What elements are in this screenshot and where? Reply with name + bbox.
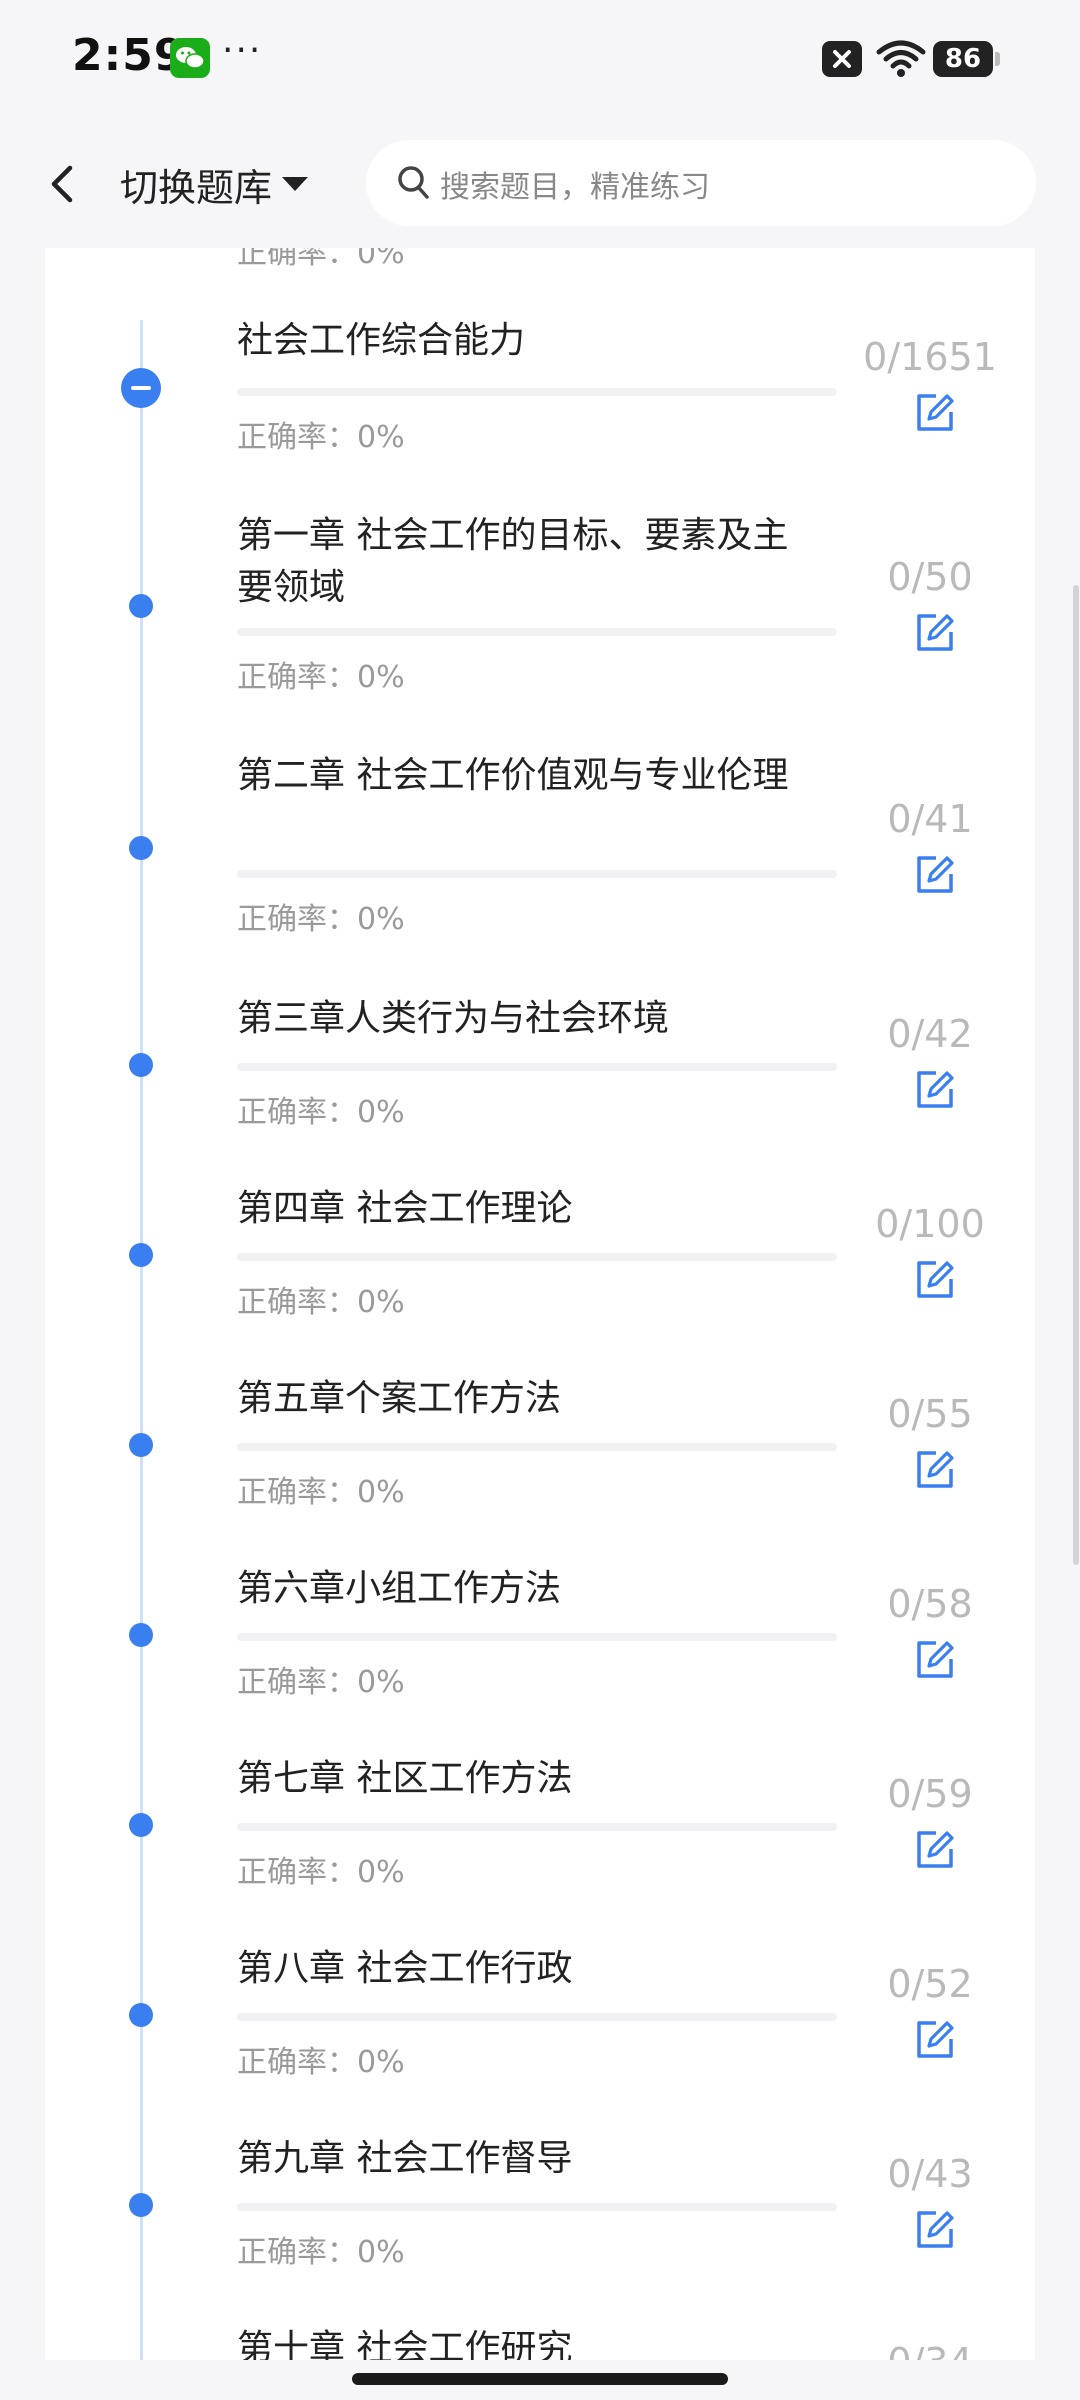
chapter-rate: 正确率：0% xyxy=(237,660,405,695)
edit-icon[interactable] xyxy=(914,1069,956,1111)
chapter-title: 第一章 社会工作的目标、要素及主要领域 xyxy=(237,515,789,608)
chapter-title: 第五章个案工作方法 xyxy=(237,1378,562,1419)
chapter-rate: 正确率：0% xyxy=(237,2235,405,2270)
chapter-title: 第四章 社会工作理论 xyxy=(237,1188,573,1229)
timeline-dot xyxy=(129,1813,153,1837)
chapter-title: 第七章 社区工作方法 xyxy=(237,1758,573,1799)
chevron-left-icon[interactable] xyxy=(36,156,92,212)
progress-bar xyxy=(237,1253,837,1261)
edit-icon[interactable] xyxy=(914,2209,956,2251)
edit-icon[interactable] xyxy=(914,1639,956,1681)
chapter-count: 0/34 xyxy=(845,2340,1015,2360)
header: 切换题库 搜索题目，精准练习 xyxy=(0,118,1080,248)
chapter-title: 第八章 社会工作行政 xyxy=(237,1948,573,1989)
chapter-count: 0/58 xyxy=(887,1582,973,1626)
chapter-count: 0/59 xyxy=(887,1772,973,1816)
chapter-count: 0/52 xyxy=(887,1962,973,2006)
chapter-rate: 正确率：0% xyxy=(237,1855,405,1890)
chapter-rate: 正确率：0% xyxy=(237,2045,405,2080)
battery-icon: 86 xyxy=(933,41,993,77)
chapter-title: 第六章小组工作方法 xyxy=(237,1568,562,1609)
chapter-title: 第十章 社会工作研究 xyxy=(237,2328,573,2360)
chapter-count: 0/43 xyxy=(887,2152,973,2196)
chapter-count: 0/55 xyxy=(887,1392,973,1436)
scrollbar[interactable] xyxy=(1073,585,1079,1565)
wifi-icon xyxy=(876,38,926,82)
status-time: 2:59 xyxy=(72,30,186,81)
switch-bank-label: 切换题库 xyxy=(120,165,273,210)
progress-bar xyxy=(237,1443,837,1451)
chapter-rate: 正确率：0% xyxy=(237,902,405,937)
chapter-count: 0/100 xyxy=(875,1202,985,1246)
wechat-icon xyxy=(170,38,210,78)
chapter-title: 第九章 社会工作督导 xyxy=(237,2138,573,2179)
timeline-dot xyxy=(129,2003,153,2027)
battery-cap xyxy=(995,52,1000,66)
edit-icon[interactable] xyxy=(914,1449,956,1491)
chapter-title: 第二章 社会工作价值观与专业伦理 xyxy=(237,755,789,796)
chapter-rate: 正确率：0% xyxy=(237,1095,405,1130)
progress-bar xyxy=(237,870,837,878)
chapter-list: 正确率：0% 社会工作综合能力 正确率：0% 0/1651 第一章 社会工作的目… xyxy=(45,170,1035,2360)
chapter-rate: 正确率：0% xyxy=(237,420,405,455)
switch-bank-button[interactable]: 切换题库 xyxy=(120,156,309,212)
timeline-dot xyxy=(129,594,153,618)
chapter-rate: 正确率：0% xyxy=(237,1665,405,1700)
progress-bar xyxy=(237,1633,837,1641)
caret-down-icon xyxy=(282,177,309,191)
timeline-line xyxy=(140,320,143,2360)
edit-icon[interactable] xyxy=(914,2019,956,2061)
chapter-count: 0/1651 xyxy=(863,335,997,379)
timeline-dot xyxy=(129,1243,153,1267)
chapter-count: 0/42 xyxy=(887,1012,973,1056)
search-input[interactable]: 搜索题目，精准练习 xyxy=(366,140,1036,226)
progress-bar xyxy=(237,1823,837,1831)
search-placeholder: 搜索题目，精准练习 xyxy=(440,170,710,205)
chapter-rate: 正确率：0% xyxy=(237,1475,405,1510)
status-bar: 2:59 ··· 86 xyxy=(0,0,1080,118)
close-box-icon xyxy=(822,41,862,77)
chapter-count: 0/41 xyxy=(887,797,973,841)
edit-icon[interactable] xyxy=(914,1259,956,1301)
home-indicator[interactable] xyxy=(352,2373,728,2385)
collapse-icon[interactable] xyxy=(121,368,161,408)
more-notifications-icon: ··· xyxy=(222,30,263,71)
chapter-title: 社会工作综合能力 xyxy=(237,320,526,361)
timeline-dot xyxy=(129,1053,153,1077)
progress-bar xyxy=(237,628,837,636)
chapter-count: 0/50 xyxy=(887,555,973,599)
timeline-dot xyxy=(129,836,153,860)
progress-bar xyxy=(237,388,837,396)
timeline-dot xyxy=(129,2193,153,2217)
search-icon xyxy=(396,164,432,206)
timeline-dot xyxy=(129,1433,153,1457)
edit-icon[interactable] xyxy=(914,854,956,896)
progress-bar xyxy=(237,2013,837,2021)
progress-bar xyxy=(237,2203,837,2211)
chapter-rate: 正确率：0% xyxy=(237,1285,405,1320)
progress-bar xyxy=(237,1063,837,1071)
edit-icon[interactable] xyxy=(914,1829,956,1871)
edit-icon[interactable] xyxy=(914,612,956,654)
edit-icon[interactable] xyxy=(914,392,956,434)
chapter-title: 第三章人类行为与社会环境 xyxy=(237,998,670,1039)
timeline-dot xyxy=(129,1623,153,1647)
